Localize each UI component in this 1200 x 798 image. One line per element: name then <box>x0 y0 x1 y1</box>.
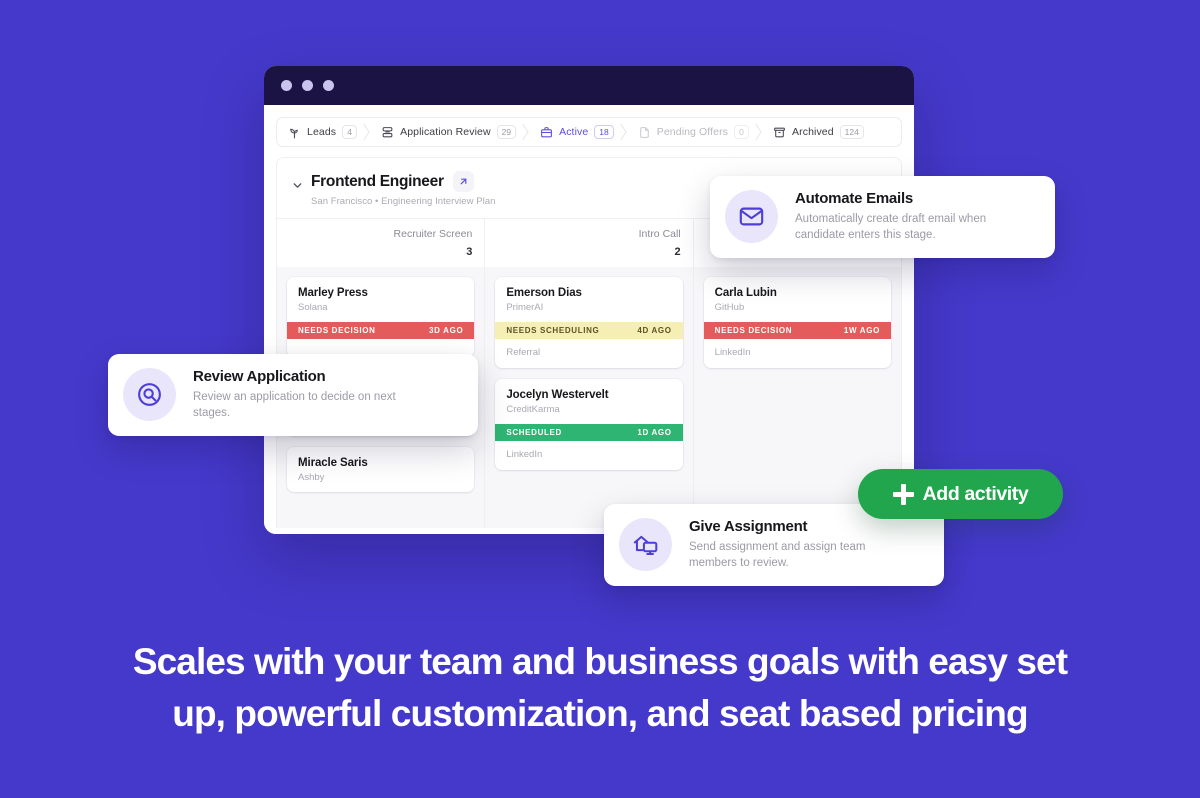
tab-count: 18 <box>594 124 614 140</box>
job-title: Frontend Engineer <box>311 172 444 190</box>
popover-description: Automatically create draft email when ca… <box>795 213 987 242</box>
status-age: 1D AGO <box>637 428 672 437</box>
candidate-source: LinkedIn <box>714 347 751 358</box>
popover-review-application[interactable]: Review Application Review an application… <box>108 354 478 436</box>
tab-active[interactable]: Active 18 <box>529 118 627 146</box>
status-badge: SCHEDULED 1D AGO <box>495 424 683 441</box>
stage-column-intro-call: Intro Call 2 <box>485 219 694 267</box>
popover-description: Send assignment and assign team members … <box>689 541 866 570</box>
layers-icon <box>381 126 394 139</box>
stage-count: 2 <box>674 246 681 258</box>
candidate-name: Carla Lubin <box>714 287 777 299</box>
candidate-card[interactable]: Emerson Dias PrimerAI NEEDS SCHEDULING 4… <box>495 277 683 368</box>
browser-window: Leads 4 Application Review 29 Active 18 … <box>264 66 914 534</box>
headline: Scales with your team and business goals… <box>132 641 1068 734</box>
document-icon <box>638 126 651 139</box>
stage-name: Recruiter Screen <box>393 228 473 240</box>
add-activity-label: Add activity <box>922 482 1029 505</box>
archive-icon <box>773 126 786 139</box>
tab-label: Pending Offers <box>656 126 729 138</box>
collapse-job-button[interactable] <box>287 175 307 195</box>
popover-automate-emails[interactable]: Automate Emails Automatically create dra… <box>710 176 1055 258</box>
tab-count: 124 <box>839 124 864 140</box>
candidate-name: Miracle Saris <box>298 457 368 469</box>
window-titlebar <box>264 66 914 105</box>
briefcase-icon <box>540 126 553 139</box>
job-subtitle: San Francisco • Engineering Interview Pl… <box>311 196 496 207</box>
tab-application-review[interactable]: Application Review 29 <box>370 118 529 146</box>
candidate-source: LinkedIn <box>506 449 543 460</box>
status-age: 3D AGO <box>429 326 464 335</box>
candidate-name: Jocelyn Westervelt <box>506 389 609 401</box>
candidate-company: Ashby <box>298 472 325 483</box>
status-badge: NEEDS SCHEDULING 4D AGO <box>495 322 683 339</box>
envelope-icon <box>725 190 778 244</box>
candidate-name: Emerson Dias <box>506 287 582 299</box>
external-link-icon <box>460 178 467 185</box>
candidate-name: Marley Press <box>298 287 368 299</box>
stage-column-recruiter-screen: Recruiter Screen 3 <box>277 219 486 267</box>
status-label: NEEDS SCHEDULING <box>506 326 600 335</box>
add-activity-button[interactable]: Add activity <box>858 469 1063 519</box>
tab-label: Leads <box>307 126 337 138</box>
popover-title: Automate Emails <box>795 190 913 207</box>
candidate-card[interactable]: Marley Press Solana NEEDS DECISION 3D AG… <box>287 277 475 357</box>
status-age: 4D AGO <box>637 326 672 335</box>
chevron-down-icon <box>293 182 301 188</box>
tab-label: Active <box>559 126 589 138</box>
tab-archived[interactable]: Archived 124 <box>762 118 877 146</box>
pipeline-tabs: Leads 4 Application Review 29 Active 18 … <box>276 117 902 147</box>
tab-label: Application Review <box>400 126 491 138</box>
stage-count: 3 <box>466 246 473 258</box>
candidate-company: CreditKarma <box>506 404 560 415</box>
status-badge: NEEDS DECISION 1W AGO <box>703 322 891 339</box>
close-icon[interactable] <box>281 80 292 91</box>
popover-title: Review Application <box>193 368 326 385</box>
candidate-card[interactable]: Carla Lubin GitHub NEEDS DECISION 1W AGO… <box>703 277 891 368</box>
status-age: 1W AGO <box>843 326 880 335</box>
candidate-company: PrimerAI <box>506 302 544 313</box>
sprout-icon <box>288 126 301 139</box>
tab-leads[interactable]: Leads 4 <box>277 118 370 146</box>
tab-pending-offers[interactable]: Pending Offers 0 <box>627 118 762 146</box>
maximize-icon[interactable] <box>323 80 334 91</box>
minimize-icon[interactable] <box>302 80 313 91</box>
magnifier-circle-icon <box>123 368 176 422</box>
popover-title: Give Assignment <box>689 518 808 535</box>
board-column-intro-call: Emerson Dias PrimerAI NEEDS SCHEDULING 4… <box>485 267 694 528</box>
house-monitor-icon <box>619 518 672 572</box>
plus-icon <box>892 483 914 505</box>
open-job-button[interactable] <box>452 171 474 192</box>
status-label: NEEDS DECISION <box>298 326 376 335</box>
candidate-source: Referral <box>506 347 541 358</box>
tab-count: 29 <box>496 124 517 140</box>
status-label: NEEDS DECISION <box>714 326 793 335</box>
tab-count: 0 <box>734 124 750 140</box>
candidate-company: GitHub <box>714 302 745 313</box>
candidate-card[interactable]: Jocelyn Westervelt CreditKarma SCHEDULED… <box>495 379 683 470</box>
status-label: SCHEDULED <box>506 428 562 437</box>
popover-description: Review an application to decide on next … <box>193 391 396 420</box>
stage-name: Intro Call <box>638 228 681 240</box>
tab-label: Archived <box>792 126 834 138</box>
candidate-card[interactable]: Miracle Saris Ashby <box>287 447 475 492</box>
status-badge: NEEDS DECISION 3D AGO <box>287 322 475 339</box>
tab-count: 4 <box>342 124 358 140</box>
candidate-company: Solana <box>298 302 328 313</box>
